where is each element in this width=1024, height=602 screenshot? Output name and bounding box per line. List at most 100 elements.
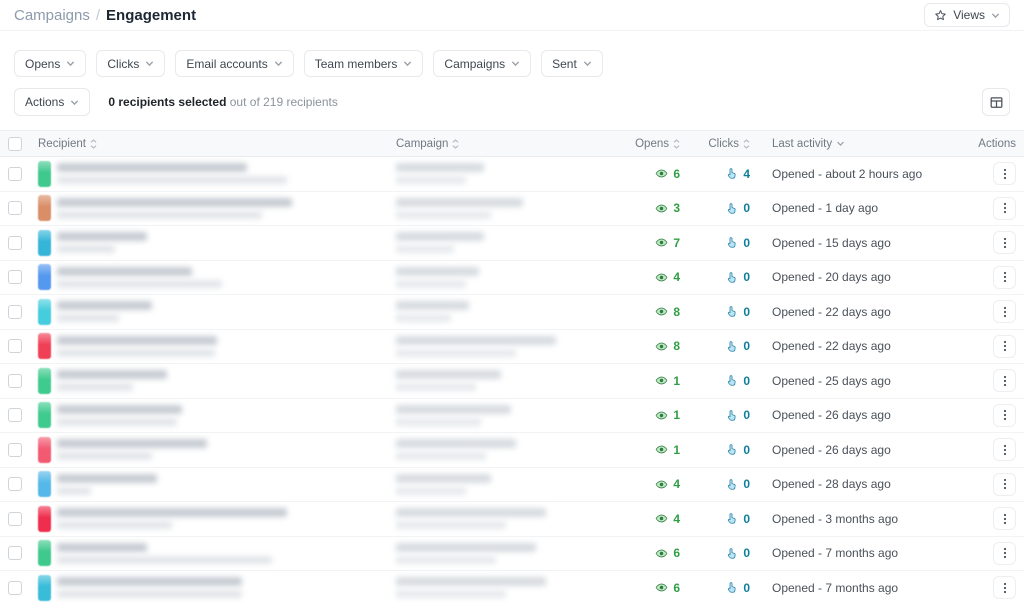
filter-button-campaigns[interactable]: Campaigns bbox=[433, 50, 531, 77]
views-button[interactable]: Views bbox=[924, 3, 1010, 27]
recipient-cell[interactable] bbox=[38, 264, 396, 290]
eye-icon bbox=[655, 478, 668, 491]
redacted-campaign-detail bbox=[396, 314, 451, 322]
row-checkbox[interactable] bbox=[8, 477, 22, 491]
row-checkbox[interactable] bbox=[8, 167, 22, 181]
row-actions-button[interactable] bbox=[993, 231, 1016, 254]
redacted-recipient-name bbox=[57, 577, 242, 586]
redacted-campaign-name bbox=[396, 267, 479, 276]
header-opens[interactable]: Opens bbox=[628, 138, 680, 150]
table-row: 6 4 Opened - about 2 hours ago bbox=[0, 157, 1024, 192]
avatar bbox=[38, 264, 51, 290]
row-checkbox[interactable] bbox=[8, 201, 22, 215]
recipient-cell[interactable] bbox=[38, 471, 396, 497]
campaign-cell[interactable] bbox=[396, 543, 628, 564]
redacted-recipient-name bbox=[57, 163, 247, 172]
row-checkbox[interactable] bbox=[8, 581, 22, 595]
row-actions-button[interactable] bbox=[993, 197, 1016, 220]
filter-label: Campaigns bbox=[444, 57, 505, 71]
redacted-recipient-name bbox=[57, 336, 217, 345]
row-actions-button[interactable] bbox=[993, 300, 1016, 323]
row-checkbox[interactable] bbox=[8, 236, 22, 250]
row-checkbox[interactable] bbox=[8, 339, 22, 353]
row-checkbox[interactable] bbox=[8, 512, 22, 526]
row-checkbox[interactable] bbox=[8, 546, 22, 560]
row-checkbox[interactable] bbox=[8, 305, 22, 319]
header-campaign[interactable]: Campaign bbox=[396, 138, 628, 150]
row-actions-button[interactable] bbox=[993, 507, 1016, 530]
filter-button-opens[interactable]: Opens bbox=[14, 50, 86, 77]
recipient-cell[interactable] bbox=[38, 575, 396, 601]
row-checkbox[interactable] bbox=[8, 374, 22, 388]
redacted-recipient-email bbox=[57, 452, 152, 460]
campaign-cell[interactable] bbox=[396, 163, 628, 184]
filter-button-email-accounts[interactable]: Email accounts bbox=[175, 50, 293, 77]
recipient-cell[interactable] bbox=[38, 506, 396, 532]
recipient-cell[interactable] bbox=[38, 230, 396, 256]
redacted-campaign-detail bbox=[396, 211, 491, 219]
avatar bbox=[38, 437, 51, 463]
campaign-cell[interactable] bbox=[396, 405, 628, 426]
recipient-cell[interactable] bbox=[38, 368, 396, 394]
filter-button-clicks[interactable]: Clicks bbox=[96, 50, 165, 77]
kebab-menu-icon bbox=[999, 202, 1011, 214]
filter-button-sent[interactable]: Sent bbox=[541, 50, 603, 77]
recipient-cell[interactable] bbox=[38, 402, 396, 428]
row-checkbox[interactable] bbox=[8, 270, 22, 284]
tap-click-icon bbox=[725, 271, 738, 284]
row-actions-button[interactable] bbox=[993, 369, 1016, 392]
row-actions-button[interactable] bbox=[993, 438, 1016, 461]
last-activity-cell: Opened - 26 days ago bbox=[750, 441, 968, 459]
column-settings-button[interactable] bbox=[982, 88, 1010, 116]
chevron-down-icon bbox=[66, 59, 75, 68]
campaign-cell[interactable] bbox=[396, 301, 628, 322]
row-actions-button[interactable] bbox=[993, 335, 1016, 358]
recipient-cell[interactable] bbox=[38, 333, 396, 359]
chevron-down-icon bbox=[70, 98, 79, 107]
last-activity: Opened - 22 days ago bbox=[772, 339, 891, 353]
filter-button-team-members[interactable]: Team members bbox=[304, 50, 424, 77]
breadcrumb-campaigns[interactable]: Campaigns bbox=[14, 7, 90, 24]
clicks-count: 0 bbox=[743, 581, 750, 595]
campaign-cell[interactable] bbox=[396, 474, 628, 495]
row-actions-button[interactable] bbox=[993, 576, 1016, 599]
row-actions-button[interactable] bbox=[993, 404, 1016, 427]
row-actions-button[interactable] bbox=[993, 266, 1016, 289]
star-icon bbox=[934, 9, 947, 22]
actions-button[interactable]: Actions bbox=[14, 88, 90, 116]
last-activity-cell: Opened - about 2 hours ago bbox=[750, 165, 968, 183]
campaign-cell[interactable] bbox=[396, 439, 628, 460]
clicks-count: 0 bbox=[743, 546, 750, 560]
row-checkbox[interactable] bbox=[8, 443, 22, 457]
campaign-cell[interactable] bbox=[396, 336, 628, 357]
header-recipient[interactable]: Recipient bbox=[38, 138, 396, 150]
redacted-recipient-email bbox=[57, 556, 272, 564]
campaign-cell[interactable] bbox=[396, 370, 628, 391]
recipient-cell[interactable] bbox=[38, 540, 396, 566]
redacted-campaign-name bbox=[396, 232, 484, 241]
header-last-activity[interactable]: Last activity bbox=[750, 138, 968, 150]
last-activity: Opened - 3 months ago bbox=[772, 512, 898, 526]
row-actions-button[interactable] bbox=[993, 473, 1016, 496]
campaign-cell[interactable] bbox=[396, 577, 628, 598]
select-all-checkbox[interactable] bbox=[8, 137, 22, 151]
kebab-menu-icon bbox=[999, 271, 1011, 283]
campaign-cell[interactable] bbox=[396, 198, 628, 219]
redacted-campaign-detail bbox=[396, 590, 506, 598]
row-actions-button[interactable] bbox=[993, 542, 1016, 565]
campaign-cell[interactable] bbox=[396, 267, 628, 288]
campaign-cell[interactable] bbox=[396, 508, 628, 529]
recipient-cell[interactable] bbox=[38, 299, 396, 325]
header-clicks[interactable]: Clicks bbox=[680, 138, 750, 150]
filter-label: Team members bbox=[315, 57, 398, 71]
last-activity-cell: Opened - 22 days ago bbox=[750, 337, 968, 355]
row-actions-button[interactable] bbox=[993, 162, 1016, 185]
recipient-cell[interactable] bbox=[38, 437, 396, 463]
eye-icon bbox=[655, 271, 668, 284]
recipient-cell[interactable] bbox=[38, 195, 396, 221]
recipient-cell[interactable] bbox=[38, 161, 396, 187]
table-row: 1 0 Opened - 26 days ago bbox=[0, 399, 1024, 434]
views-label: Views bbox=[953, 8, 985, 22]
row-checkbox[interactable] bbox=[8, 408, 22, 422]
campaign-cell[interactable] bbox=[396, 232, 628, 253]
